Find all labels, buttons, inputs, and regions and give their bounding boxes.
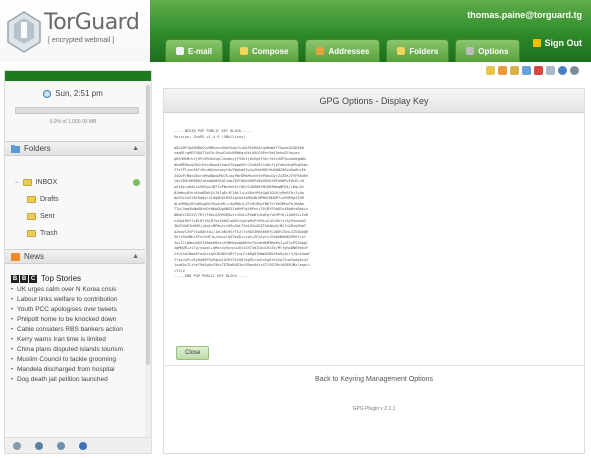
- news-item[interactable]: China plans disputed islands tourism: [11, 345, 143, 355]
- trash-icon: [27, 230, 36, 237]
- news-item[interactable]: Dog death jail petition launched: [11, 375, 143, 385]
- main-tabs: E-mail Compose Addresses Folders Options: [165, 39, 520, 62]
- sidebar-footer: [5, 437, 151, 453]
- expand-icon[interactable]: −: [15, 180, 19, 186]
- copy-icon[interactable]: [486, 66, 495, 75]
- settings-icon[interactable]: [558, 66, 567, 75]
- header: TorGuard [ encrypted webmail ] thomas.pa…: [0, 0, 591, 62]
- news-item[interactable]: Youth PCC apologises over tweets: [11, 305, 143, 315]
- key-icon[interactable]: [510, 66, 519, 75]
- folder-list: − INBOX Drafts Sent Trash: [15, 174, 140, 242]
- exit-icon: [532, 39, 541, 47]
- news-title: News: [24, 252, 45, 261]
- folders-title: Folders: [24, 144, 51, 153]
- calendar-icon[interactable]: [522, 66, 531, 75]
- torguard-logo-icon: [7, 11, 41, 53]
- quota-bar: [15, 107, 139, 114]
- toolbar-icons: [486, 66, 579, 75]
- news-panel-header[interactable]: News ▲: [5, 249, 145, 264]
- collapse-icon[interactable]: ▲: [132, 253, 139, 260]
- page-title: GPG Options - Display Key: [164, 89, 584, 113]
- sidebar-scroll-thumb[interactable]: [146, 85, 150, 365]
- main-panel: GPG Options - Display Key -----BEGIN PGP…: [163, 88, 585, 454]
- rss-icon: [11, 252, 20, 261]
- bookmark-icon[interactable]: [534, 66, 543, 75]
- back-to-keyring-link[interactable]: Back to Keyring Management Options: [164, 376, 584, 383]
- folder-icon: [11, 144, 20, 153]
- quota-text: 0.0% of 1,000.00 MB: [49, 119, 97, 125]
- clock-icon: [43, 89, 52, 98]
- tab-label: Addresses: [328, 46, 370, 56]
- drafts-icon: [27, 196, 36, 203]
- clock: Sun, 2:51 pm: [5, 89, 141, 98]
- tab-email[interactable]: E-mail: [165, 39, 224, 62]
- news-item[interactable]: UK urges calm over N Korea crisis: [11, 285, 143, 295]
- tab-label: Options: [478, 46, 509, 56]
- news-brand: BBC Top Stories: [11, 274, 143, 283]
- notes-icon[interactable]: [546, 66, 555, 75]
- folder-sent[interactable]: Sent: [15, 208, 140, 225]
- news-item[interactable]: Philpott home to be knocked down: [11, 315, 143, 325]
- news-list: BBC Top Stories UK urges calm over N Kor…: [11, 274, 143, 385]
- help-icon[interactable]: [79, 441, 87, 450]
- folder-icon: [397, 47, 406, 55]
- logo-tagline: [ encrypted webmail ]: [48, 37, 115, 44]
- folder-label: INBOX: [35, 179, 58, 186]
- search-icon[interactable]: [570, 66, 579, 75]
- monitor-icon[interactable]: [57, 441, 65, 450]
- collapse-icon[interactable]: ▲: [132, 145, 139, 152]
- contacts-icon[interactable]: [498, 66, 507, 75]
- clock-time: Sun, 2:51 pm: [55, 89, 103, 98]
- news-item[interactable]: Cable considers RBS bankers action: [11, 325, 143, 335]
- tab-folders[interactable]: Folders: [386, 39, 450, 62]
- inbox-icon: [22, 179, 32, 186]
- divider: [164, 365, 584, 366]
- sidebar-top-bar: [5, 71, 151, 81]
- user-email: thomas.paine@torguard.tg: [467, 10, 582, 20]
- settings-icon[interactable]: [13, 441, 21, 450]
- plugin-version: GPG Plugin v 2.1.1: [352, 406, 396, 412]
- folder-label: Trash: [40, 230, 58, 237]
- news-brand-label: Top Stories: [41, 274, 82, 283]
- sign-out-label: Sign Out: [544, 38, 583, 48]
- folder-label: Sent: [40, 213, 55, 220]
- options-icon: [466, 47, 475, 55]
- logo-name: TorGuard: [44, 10, 140, 35]
- sent-icon: [27, 213, 36, 220]
- addressbook-icon: [316, 47, 325, 55]
- tab-label: E-mail: [188, 46, 213, 56]
- sign-out-link[interactable]: Sign Out: [532, 38, 583, 48]
- compose-icon: [240, 47, 249, 55]
- news-item[interactable]: Mandela discharged from hospital: [11, 365, 143, 375]
- bbc-logo: BBC: [11, 274, 37, 283]
- sidebar: Sun, 2:51 pm 0.0% of 1,000.00 MB Folders…: [4, 70, 152, 454]
- folders-panel-header[interactable]: Folders ▲: [5, 141, 145, 156]
- tab-label: Folders: [409, 46, 439, 56]
- tab-label: Compose: [252, 46, 289, 56]
- news-item[interactable]: Kerry warns Iran time is limited: [11, 335, 143, 345]
- news-item[interactable]: Muslim Council to tackle grooming: [11, 355, 143, 365]
- refresh-icon[interactable]: [133, 179, 140, 186]
- folder-label: Drafts: [40, 196, 59, 203]
- public-key-text: -----BEGIN PGP PUBLIC KEY BLOCK----- Ver…: [174, 129, 311, 279]
- folder-inbox[interactable]: − INBOX: [15, 174, 140, 191]
- logo[interactable]: TorGuard [ encrypted webmail ]: [4, 2, 154, 58]
- tab-addresses[interactable]: Addresses: [305, 39, 381, 62]
- pin-icon[interactable]: [35, 441, 43, 450]
- email-icon: [176, 47, 184, 55]
- folder-trash[interactable]: Trash: [15, 225, 140, 242]
- news-item[interactable]: Labour links welfare to contribution: [11, 295, 143, 305]
- folder-drafts[interactable]: Drafts: [15, 191, 140, 208]
- tab-options[interactable]: Options: [455, 39, 520, 62]
- close-button[interactable]: Close: [176, 346, 210, 360]
- tab-compose[interactable]: Compose: [229, 39, 300, 62]
